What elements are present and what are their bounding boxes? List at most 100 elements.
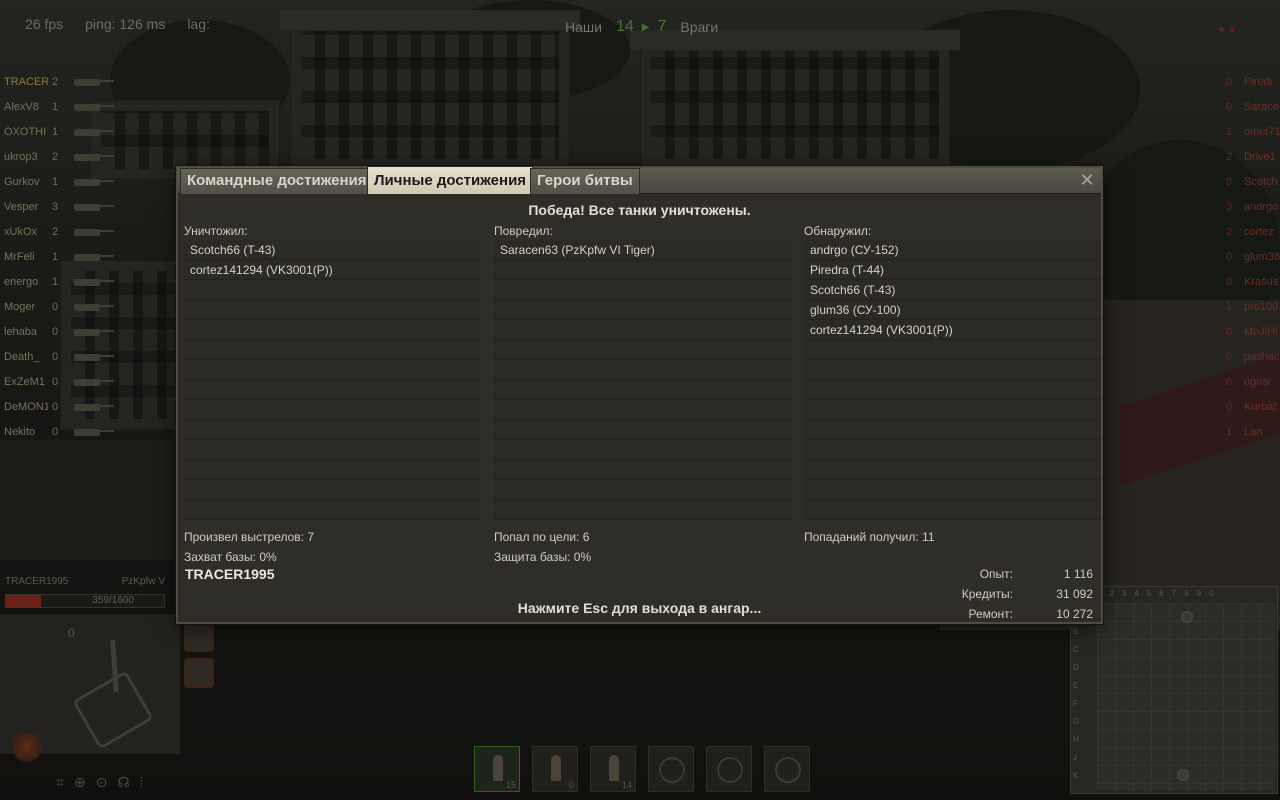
ally-frags: 1: [51, 125, 59, 138]
enemies-score: 7: [657, 18, 667, 35]
ally-name: MrFeli: [4, 250, 35, 263]
enemy-name: Kurbat: [1244, 400, 1277, 413]
minimap-column-labels: 1234567890: [1097, 589, 1214, 598]
ammo-slot[interactable]: 15: [474, 746, 520, 792]
enemy-row[interactable]: 0 Krasus: [1220, 269, 1280, 294]
ally-row[interactable]: Moger 0: [4, 294, 124, 319]
vehicle-tank-name: PzKpfw V: [121, 576, 165, 587]
enemy-name: andrgo: [1244, 200, 1279, 213]
enemy-row[interactable]: 1 pro100: [1220, 294, 1280, 319]
ally-name: Nekito: [4, 425, 36, 438]
ally-row[interactable]: energo 1: [4, 269, 124, 294]
reward-label: Ремонт:: [968, 607, 1013, 621]
tank-silhouette-icon: [66, 252, 114, 262]
ally-frags: 1: [51, 250, 59, 263]
ally-row[interactable]: ExZeM1 0: [4, 369, 124, 394]
enemy-row[interactable]: 0 glum36: [1220, 244, 1280, 269]
minimap-row-label: K: [1073, 771, 1079, 780]
enemy-row[interactable]: 0 Scotch: [1220, 169, 1280, 194]
enemy-row[interactable]: 1 Lan: [1220, 419, 1280, 444]
rewards-summary: Опыт: 1 116 Кредиты: 31 092 Ремонт: 10 272: [913, 564, 1093, 624]
ally-frags: 0: [51, 375, 59, 388]
tank-silhouette-icon: [66, 327, 114, 337]
minimap-grid[interactable]: [1097, 603, 1275, 791]
enemy-name: Lan: [1244, 425, 1263, 438]
fps-counter: 26 fps: [25, 16, 64, 32]
ally-frags: 1: [51, 275, 59, 288]
enemy-name: omut71: [1244, 125, 1280, 138]
ally-row[interactable]: ukrop3 2: [4, 144, 124, 169]
ally-name: Gurkov: [4, 175, 40, 188]
vehicle-player-name: TRACER1995: [5, 576, 69, 587]
ally-row[interactable]: Nekito 0: [4, 419, 124, 444]
enemy-row[interactable]: 0 Kurbat: [1220, 394, 1280, 419]
ally-frags: 1: [51, 100, 59, 113]
ally-name: Moger: [4, 300, 36, 313]
enemy-row[interactable]: 2 cortez: [1220, 219, 1280, 244]
enemy-row[interactable]: 2 Drive1: [1220, 144, 1280, 169]
ally-frags: 1: [51, 175, 59, 188]
enemy-frags: 2: [1225, 150, 1233, 163]
consumable-icon: [775, 757, 801, 783]
ally-name: Vesper: [4, 200, 39, 213]
ally-row[interactable]: DeMON1 0: [4, 394, 124, 419]
crew-damage-icon: [184, 622, 214, 652]
enemy-frags: 1: [1225, 125, 1233, 138]
enemy-row[interactable]: 0 ugnsi: [1220, 369, 1280, 394]
ammo-slot[interactable]: [648, 746, 694, 792]
health-bar-fill: [6, 595, 42, 607]
ally-name: ukrop3: [4, 150, 38, 163]
ally-name: energo: [4, 275, 39, 288]
ammo-rack-icon: ⦙: [139, 774, 143, 790]
enemy-row[interactable]: 0 Piredr: [1220, 69, 1280, 94]
reward-row: Кредиты: 31 092: [913, 584, 1093, 604]
ally-row[interactable]: Gurkov 1: [4, 169, 124, 194]
minimap-col-label: 3: [1121, 589, 1127, 598]
ally-frags: 2: [51, 225, 59, 238]
tab-team-achievements[interactable]: Командные достижения: [180, 168, 374, 194]
ally-row[interactable]: xUkOx 2: [4, 219, 124, 244]
tank-silhouette-icon: [66, 102, 114, 112]
damage-indicator-icon: ● ●: [1218, 22, 1236, 36]
minimap-row-label: H: [1073, 735, 1079, 744]
ammo-slot[interactable]: 0: [532, 746, 578, 792]
minimap-col-label: 7: [1171, 589, 1177, 598]
tab-personal-achievements[interactable]: Личные достижения: [367, 166, 534, 194]
ammo-consumables-bar: 15 0 14: [474, 746, 810, 792]
ammo-slot[interactable]: [764, 746, 810, 792]
enemy-name: Scotch: [1244, 175, 1278, 188]
battle-results-dialog: Командные достижения Личные достижения Г…: [176, 166, 1103, 624]
enemy-row[interactable]: 0 pashac: [1220, 344, 1280, 369]
ammo-slot[interactable]: [706, 746, 752, 792]
spotted-item: glum36 (СУ-100): [810, 303, 901, 317]
destroyed-list: Scotch66 (T-43) cortez141294 (VK3001(P)): [184, 240, 481, 520]
allies-score: 14: [615, 18, 634, 35]
tab-battle-heroes[interactable]: Герои битвы: [530, 168, 640, 194]
ally-name: DeMON1: [4, 400, 48, 413]
ally-row[interactable]: lehaba 0: [4, 319, 124, 344]
ally-row[interactable]: MrFeli 1: [4, 244, 124, 269]
ally-row[interactable]: TRACER 2: [4, 69, 124, 94]
ally-name: Death_: [4, 350, 40, 363]
minimap-col-label: 2: [1109, 589, 1114, 598]
module-damage-icon: [184, 658, 214, 688]
ally-row[interactable]: AlexV8 1: [4, 94, 124, 119]
ally-row[interactable]: Vesper 3: [4, 194, 124, 219]
enemy-name: Drive1: [1244, 150, 1276, 163]
results-tabbar: Командные достижения Личные достижения Г…: [178, 166, 1101, 194]
ally-row[interactable]: OXOTHI 1: [4, 119, 124, 144]
reward-label: Опыт:: [979, 567, 1013, 581]
enemy-name: pashac: [1244, 350, 1280, 363]
enemy-name: glum36: [1244, 250, 1280, 263]
module-status-icons: [184, 622, 220, 694]
ammo-slot[interactable]: 14: [590, 746, 636, 792]
enemy-row[interactable]: 1 omut71: [1220, 119, 1280, 144]
enemy-row[interactable]: 0 MoJlHi: [1220, 319, 1280, 344]
consumable-icon: [717, 757, 743, 783]
player-name: TRACER1995: [185, 566, 275, 582]
ally-row[interactable]: Death_ 0: [4, 344, 124, 369]
enemy-row[interactable]: 3 andrgo: [1220, 194, 1280, 219]
enemy-row[interactable]: 0 Sarace: [1220, 94, 1280, 119]
close-icon[interactable]: ✕: [1077, 170, 1097, 190]
fire-warning-icon: [10, 732, 44, 762]
